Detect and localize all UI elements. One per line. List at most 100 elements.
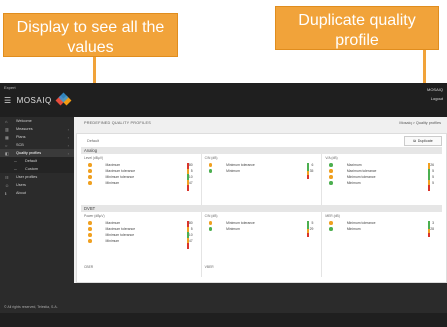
menu-icon[interactable]: ☰ [4, 96, 12, 105]
threshold-gauge [307, 163, 310, 179]
group-columns: Power (dBµV) Maximum 80 Maximum tolerance 5 M… [81, 212, 442, 264]
threshold-label: Minimum [226, 169, 240, 173]
logout-link[interactable]: Logout [427, 94, 443, 103]
threshold-row: Minimum 28 [325, 226, 439, 232]
profile-name: Default [87, 139, 100, 143]
group-heading[interactable]: DVBT [81, 205, 442, 212]
threshold-label: Minimum tolerance [346, 221, 376, 225]
measurement-title: Power (dBµV) [84, 214, 105, 218]
status-dot-icon [88, 169, 92, 173]
profile-panel: Default ⧉ Duplicate Analog Level (dBµV) Ma… [76, 133, 447, 283]
sidebar-item-plans[interactable]: ▦ Plans › [0, 133, 74, 141]
threshold-value: 26 [430, 163, 435, 167]
sidebar-item-label: User profiles [16, 175, 38, 179]
threshold-label: Minimum [346, 227, 361, 231]
duplicate-label: Duplicate [417, 139, 433, 143]
sidebar-item-label: Welcome [16, 119, 32, 123]
sidebar-item-scb[interactable]: ○ SCB › [0, 141, 74, 149]
threshold-value: 5 [432, 169, 435, 173]
users-icon: ☷ [5, 174, 9, 180]
measurement-title: CBER [84, 265, 94, 269]
measurement-column: C/N (dB) Minimum tolerance 5 Minimum 29 [202, 212, 323, 264]
threshold-label: Maximum [105, 221, 121, 225]
threshold-gauge [186, 163, 189, 191]
threshold-value: 3 [432, 221, 435, 225]
status-dot-icon [329, 163, 333, 167]
sidebar-item-label: Custom [25, 167, 39, 171]
threshold-value: 6 [311, 163, 314, 167]
profile-icon: ◧ [5, 150, 9, 156]
sidebar-item-label: Quality profiles [16, 151, 42, 155]
threshold-label: Minimum [226, 227, 240, 231]
status-dot-icon [88, 221, 92, 225]
sidebar-item-users[interactable]: ☺ Users [0, 181, 74, 189]
status-dot-icon [208, 227, 213, 231]
threshold-value: 80 [188, 221, 193, 225]
measurement-column: Level (dBµV) Maximum 80 Maximum tolerance 5 M… [81, 154, 202, 206]
sidebar-nav: ⌂ Welcome ▥ Measures › ▦ Plans › ○ SCB › ◧ Quality p… [0, 117, 74, 197]
home-icon: ⌂ [5, 118, 8, 124]
status-dot-icon [88, 175, 92, 179]
sidebar-item-welcome[interactable]: ⌂ Welcome [0, 117, 74, 125]
sidebar-item-default[interactable]: ─ Default [0, 157, 74, 165]
measurement-title: MER (dB) [325, 214, 340, 218]
threshold-row: Minimum 29 [205, 226, 319, 232]
threshold-row: Minimum 35 [205, 168, 319, 174]
threshold-row: Minimum 5 [325, 180, 439, 186]
group-more: CBER VBER [81, 263, 442, 277]
status-dot-icon [329, 169, 333, 173]
sidebar-item-measures[interactable]: ▥ Measures › [0, 125, 74, 133]
measurement-column: C/N (dB) Minimum tolerance 6 Minimum 35 [202, 154, 323, 206]
status-dot-icon [88, 181, 92, 185]
sidebar-item-about[interactable]: ℹ About [0, 189, 74, 197]
group-dvbt: DVBT Power (dBµV) Maximum 80 Maximum toleran… [81, 205, 442, 264]
group-heading[interactable]: Analog [81, 147, 442, 154]
top-right-app: MOSAIQ [426, 87, 443, 92]
info-icon: ℹ [5, 190, 7, 196]
app-window: Expert ☰ MOSAIQ MOSAIQ Logout ⌂ Welcome ▥ M… [0, 83, 447, 313]
threshold-gauge [428, 163, 431, 191]
status-dot-icon [208, 169, 213, 173]
dash-icon: ─ [14, 166, 17, 172]
threshold-label: Minimum tolerance [105, 175, 135, 179]
duplicate-button[interactable]: ⧉ Duplicate [404, 136, 442, 146]
gauge-segment [307, 175, 310, 179]
calendar-icon: ▦ [5, 134, 9, 140]
sidebar-item-label: Default [25, 159, 38, 163]
gauge-segment [428, 233, 431, 237]
threshold-label: Minimum [346, 181, 361, 185]
threshold-value: 29 [309, 227, 314, 231]
gauge-segment [186, 243, 189, 249]
sidebar-item-label: SCB [16, 143, 24, 147]
status-dot-icon [88, 233, 92, 237]
main-content: PREDEFINED QUALITY PROFILES Mosaiq > Qua… [74, 117, 447, 283]
brand: ☰ MOSAIQ [4, 92, 72, 106]
measurement-column: V/A (dB) Maximum 26 Maximum tolerance 5 Minim… [322, 154, 442, 206]
breadcrumb[interactable]: Mosaiq > Quality profiles [399, 121, 441, 125]
callout-duplicate-profile: Duplicate quality profile [275, 6, 439, 50]
top-bar: Expert ☰ MOSAIQ MOSAIQ Logout [0, 83, 447, 117]
group-columns: CBER VBER [81, 263, 442, 277]
threshold-value: 28 [430, 227, 435, 231]
status-dot-icon [329, 181, 333, 185]
sidebar: ⌂ Welcome ▥ Measures › ▦ Plans › ○ SCB › ◧ Quality p… [0, 117, 74, 313]
measurement-title: V/A (dB) [325, 156, 338, 160]
status-dot-icon [208, 163, 213, 167]
threshold-value: 47 [188, 239, 193, 243]
top-right: MOSAIQ Logout [427, 85, 443, 103]
sidebar-item-custom[interactable]: ─ Custom [0, 165, 74, 173]
measurement-title: Level (dBµV) [84, 156, 104, 160]
threshold-label: Minimum tolerance [226, 163, 255, 167]
copyright: © All rights reserved, Telestia, S.A. [4, 305, 58, 309]
circle-icon: ○ [5, 142, 8, 148]
threshold-value: 80 [188, 163, 193, 167]
sidebar-item-user-profiles[interactable]: ☷ User profiles [0, 173, 74, 181]
chart-icon: ▥ [5, 126, 9, 132]
sidebar-item-quality-profiles[interactable]: ◧ Quality profiles › [0, 149, 74, 157]
gauge-segment [428, 185, 431, 191]
threshold-gauge [307, 221, 310, 237]
mosaiq-logo-icon [55, 92, 72, 106]
status-dot-icon [208, 221, 213, 225]
threshold-value: 5 [311, 221, 314, 225]
sidebar-item-label: Measures [16, 127, 33, 131]
